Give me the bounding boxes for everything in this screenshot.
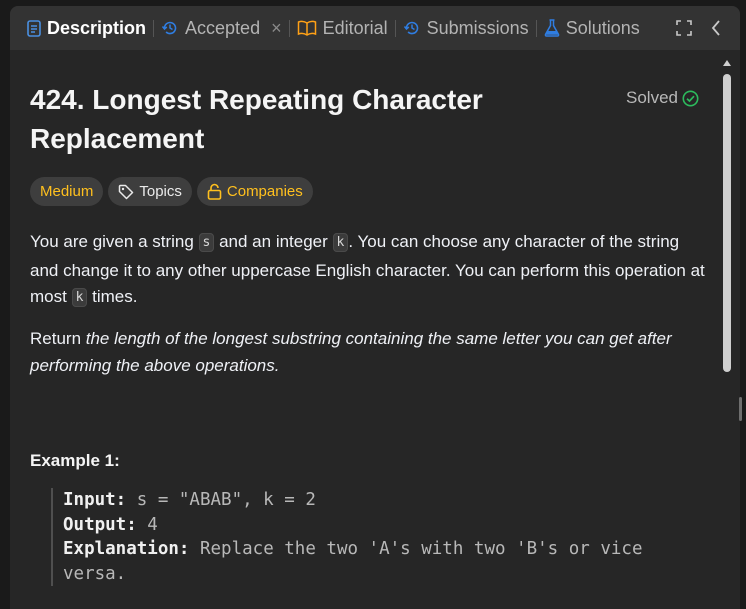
tab-submissions[interactable]: Submissions — [396, 6, 536, 50]
example-explanation: Explanation: Replace the two 'A's with t… — [63, 537, 703, 562]
tag-icon — [119, 184, 134, 199]
tab-label: Accepted — [185, 17, 261, 38]
example-block: Input: s = "ABAB", k = 2 Output: 4 Expla… — [51, 488, 703, 586]
history-icon — [403, 21, 418, 35]
example-title: Example 1: — [30, 451, 120, 470]
description-icon — [27, 19, 41, 37]
solved-status: Solved — [626, 88, 699, 108]
text: times. — [87, 287, 138, 306]
companies-button[interactable]: Companies — [196, 177, 313, 206]
tag-chips: Medium Topics Companies — [30, 177, 313, 206]
tab-label: Solutions — [565, 17, 640, 38]
explanation-label: Explanation: — [63, 539, 190, 559]
maximize-icon[interactable] — [672, 6, 696, 50]
inline-code: k — [71, 288, 88, 307]
inline-code: k — [332, 233, 349, 252]
output-value: 4 — [136, 514, 158, 535]
example-input: Input: s = "ABAB", k = 2 — [63, 488, 703, 513]
tab-description[interactable]: Description — [10, 6, 153, 50]
output-label: Output: — [63, 514, 137, 535]
description-content: 424. Longest Repeating Character Replace… — [10, 50, 740, 609]
tab-solutions[interactable]: Solutions — [537, 6, 647, 50]
explanation-value: Replace the two 'A's with two 'B's or vi… — [189, 539, 643, 559]
companies-label: Companies — [226, 183, 303, 200]
close-icon[interactable]: × — [271, 18, 282, 39]
check-circle-icon — [682, 90, 699, 106]
difficulty-label: Medium — [40, 183, 94, 200]
return-paragraph: Return the length of the longest substri… — [30, 326, 710, 379]
tab-accepted[interactable]: Accepted × — [154, 6, 289, 50]
lock-icon — [207, 183, 222, 200]
inline-code: s — [198, 233, 215, 252]
problem-panel: Description Accepted × Editorial Submiss… — [10, 6, 740, 609]
tab-editorial[interactable]: Editorial — [290, 6, 395, 50]
panel-resize-handle[interactable] — [739, 397, 742, 421]
example-explanation-cont: versa. — [63, 563, 127, 584]
difficulty-badge: Medium — [30, 177, 104, 206]
input-value: s = "ABAB", k = 2 — [126, 490, 316, 510]
tab-label: Description — [47, 17, 147, 38]
book-icon — [297, 20, 316, 36]
scrollbar-thumb[interactable] — [723, 74, 731, 372]
input-label: Input: — [63, 490, 127, 510]
scrollbar[interactable] — [722, 56, 732, 609]
text: Return — [30, 329, 86, 348]
scroll-up-icon[interactable] — [723, 60, 731, 66]
history-icon — [161, 21, 177, 35]
topics-label: Topics — [139, 183, 182, 200]
topics-button[interactable]: Topics — [108, 177, 192, 206]
flask-icon — [544, 19, 560, 37]
tab-label: Editorial — [322, 17, 388, 38]
text: the length of the longest substring cont… — [30, 329, 672, 375]
chevron-left-icon[interactable] — [704, 6, 728, 50]
problem-title[interactable]: 424. Longest Repeating Character Replace… — [30, 80, 590, 158]
example-output: Output: 4 — [63, 513, 703, 538]
description-paragraph: You are given a string s and an integer … — [30, 229, 710, 313]
solved-label: Solved — [626, 88, 678, 107]
tab-label: Submissions — [426, 17, 529, 38]
text: You are given a string — [30, 232, 199, 251]
text: and an integer — [214, 232, 333, 251]
tab-bar: Description Accepted × Editorial Submiss… — [10, 6, 740, 50]
